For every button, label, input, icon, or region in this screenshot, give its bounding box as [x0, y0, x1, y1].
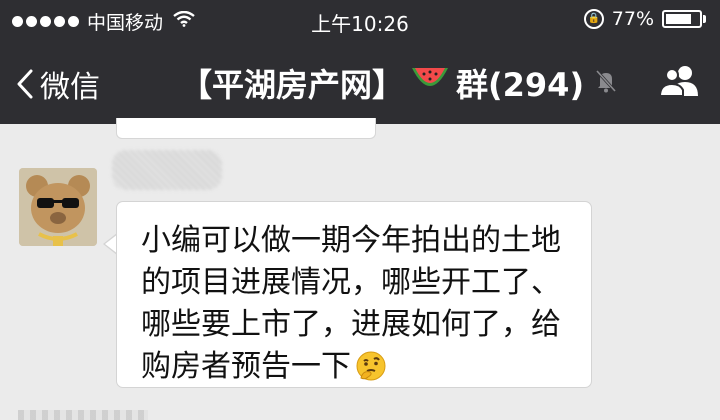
previous-message-bubble[interactable] [116, 118, 376, 139]
status-right: 🔒 77% [583, 8, 706, 30]
message-line: 购房者预告一下 [141, 349, 351, 384]
group-info-button[interactable] [658, 64, 702, 102]
thinking-face-icon [355, 350, 387, 394]
chat-title: 【平湖房产网】 群(294) [180, 60, 618, 106]
back-button[interactable]: 微信 [16, 62, 100, 106]
sender-nickname-blurred [112, 150, 222, 190]
chevron-left-icon [17, 69, 33, 99]
watermelon-icon [410, 64, 450, 102]
status-bar: 中国移动 上午10:26 🔒 77% [0, 0, 720, 40]
battery-icon [662, 10, 706, 28]
battery-fill [666, 14, 691, 24]
message-line: 的项目进展情况，哪些开工了、 [141, 265, 561, 300]
chat-header: 微信 【平湖房产网】 群(294) [0, 40, 720, 124]
avatar[interactable] [19, 168, 97, 246]
rotation-lock-icon: 🔒 [583, 9, 604, 29]
message-line: 小编可以做一期今年拍出的土地 [141, 223, 561, 258]
group-name: 【平湖房产网】 [180, 66, 405, 104]
battery-percent: 77% [611, 8, 654, 30]
group-count: 群(294) [456, 66, 585, 104]
message-line: 哪些要上市了，进展如何了，给 [141, 307, 561, 342]
group-members-icon [658, 66, 698, 97]
message-line-last: 购房者预告一下 [141, 346, 567, 394]
message-bubble[interactable]: 小编可以做一期今年拍出的土地 的项目进展情况，哪些开工了、 哪些要上市了，进展如… [116, 201, 592, 388]
message-list[interactable]: 小编可以做一期今年拍出的土地 的项目进展情况，哪些开工了、 哪些要上市了，进展如… [0, 118, 720, 420]
back-label: 微信 [40, 70, 100, 105]
mute-bell-icon [594, 64, 618, 102]
